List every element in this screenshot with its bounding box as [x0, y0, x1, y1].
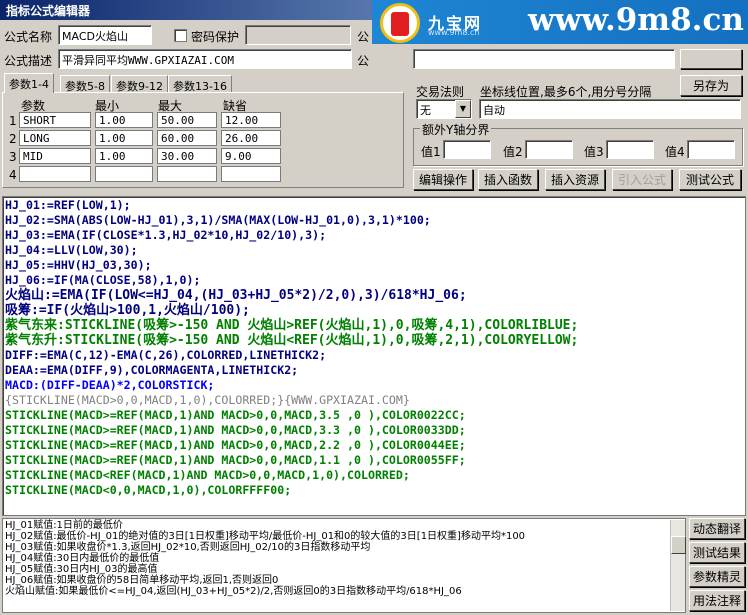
password-field[interactable]: [245, 25, 351, 45]
code-line: STICKLINE(MACD>=REF(MACD,1)AND MACD>0,0,…: [5, 423, 466, 437]
code-line: MACD:(DIFF-DEAA)*2,COLORSTICK;: [5, 378, 215, 392]
watermark-url: www.9m8.cn: [528, 2, 744, 38]
info-line: HJ_01赋值:1日前的最低价: [5, 520, 123, 531]
desc-field[interactable]: 平滑异同平均WWW.GPXIAZAI.COM: [58, 49, 352, 69]
param-name-cell[interactable]: MID: [19, 148, 91, 164]
scrollbar-thumb[interactable]: [671, 536, 686, 554]
param-name-cell[interactable]: LONG: [19, 130, 91, 146]
test-result-button[interactable]: 测试结果: [689, 542, 745, 563]
param-default-cell[interactable]: 12.00: [221, 112, 281, 128]
coord-label: 坐标线位置,最多6个,用分号分隔: [480, 85, 652, 99]
coord-field[interactable]: 自动: [479, 99, 741, 119]
param-name-cell[interactable]: [19, 166, 91, 182]
param-row-index: 4: [9, 168, 17, 182]
insert-function-button[interactable]: 插入函数: [478, 169, 538, 190]
info-scrollbar[interactable]: [670, 520, 686, 611]
tab-params-5-8[interactable]: 参数5-8: [60, 75, 110, 93]
code-line: 紫气东来:STICKLINE(吸筹>-150 AND 火焰山>REF(火焰山,1…: [5, 318, 579, 333]
params-panel: 参数 最小 最大 缺省 1 SHORT 1.00 50.00 12.00 2 L…: [2, 92, 404, 188]
code-line: HJ_04:=LLV(LOW,30);: [5, 243, 138, 257]
code-line: HJ_01:=REF(LOW,1);: [5, 198, 131, 212]
trade-rule-value: 无: [420, 104, 431, 117]
info-line: HJ_04赋值:30日内最低价的最低值: [5, 553, 160, 564]
code-line: HJ_06:=IF(MA(CLOSE,58),1,0);: [5, 273, 201, 287]
param-max-cell[interactable]: 60.00: [157, 130, 217, 146]
right-field[interactable]: [413, 49, 675, 69]
value-3-label: 值3: [584, 145, 604, 159]
right-label-1: 公: [357, 30, 370, 44]
code-line: DIFF:=EMA(C,12)-EMA(C,26),COLORRED,LINET…: [5, 348, 327, 362]
import-formula-button[interactable]: 引入公式: [612, 169, 672, 190]
code-line: 吸筹:=IF(火焰山>100,1,火焰山/100);: [5, 303, 250, 318]
param-wizard-button[interactable]: 参数精灵: [689, 566, 745, 587]
tab-params-1-4[interactable]: 参数1-4: [4, 73, 54, 93]
info-line: 火焰山赋值:如果最低价<=HJ_04,返回(HJ_03+HJ_05*2)/2,否…: [5, 586, 462, 597]
value-4-field[interactable]: [687, 140, 735, 159]
watermark-logo: [380, 3, 420, 43]
value-2-label: 值2: [503, 145, 523, 159]
info-line: HJ_05赋值:30日内HJ_03的最高值: [5, 564, 158, 575]
logo-mark-icon: [391, 12, 409, 36]
desc-label: 公式描述: [4, 54, 53, 68]
code-comment-line: {STICKLINE(MACD>0,0,MACD,1,0),COLORRED;}…: [5, 393, 410, 407]
info-line: HJ_03赋值:如果收盘价*1.3,返回HJ_02*10,否则返回HJ_02/1…: [5, 542, 371, 553]
usage-notes-button[interactable]: 用法注释: [689, 590, 745, 611]
param-min-cell[interactable]: [95, 166, 153, 182]
code-line: STICKLINE(MACD>=REF(MACD,1)AND MACD>0,0,…: [5, 453, 466, 467]
value-1-label: 值1: [421, 145, 441, 159]
param-name-cell[interactable]: SHORT: [19, 112, 91, 128]
tab-params-13-16[interactable]: 参数13-16: [168, 75, 232, 93]
name-label: 公式名称: [4, 30, 53, 44]
right-top-button[interactable]: [680, 49, 742, 69]
param-default-cell[interactable]: 26.00: [221, 130, 281, 146]
test-formula-button[interactable]: 测试公式: [679, 169, 741, 190]
param-min-cell[interactable]: 1.00: [95, 130, 153, 146]
watermark-sub: www.9m8.cn: [428, 28, 480, 37]
param-max-cell[interactable]: [157, 166, 217, 182]
info-line: HJ_06赋值:如果收盘价的58日简单移动平均,返回1,否则返回0: [5, 575, 279, 586]
param-max-cell[interactable]: 30.00: [157, 148, 217, 164]
tab-params-9-12[interactable]: 参数9-12: [111, 75, 168, 93]
dynamic-translate-button[interactable]: 动态翻译: [689, 518, 745, 539]
param-max-cell[interactable]: 50.00: [157, 112, 217, 128]
insert-resource-button[interactable]: 插入资源: [545, 169, 605, 190]
param-row-index: 3: [9, 150, 17, 164]
param-min-cell[interactable]: 1.00: [95, 148, 153, 164]
param-row-index: 1: [9, 114, 17, 128]
code-line: STICKLINE(MACD>=REF(MACD,1)AND MACD>0,0,…: [5, 438, 466, 452]
code-line: HJ_05:=HHV(HJ_03,30);: [5, 258, 152, 272]
param-row-index: 2: [9, 132, 17, 146]
code-line: STICKLINE(MACD>=REF(MACD,1)AND MACD>0,0,…: [5, 408, 466, 422]
param-default-cell[interactable]: [221, 166, 281, 182]
code-editor[interactable]: HJ_01:=REF(LOW,1); HJ_02:=SMA(ABS(LOW-HJ…: [2, 196, 746, 516]
translation-pane: HJ_01赋值:1日前的最低价 HJ_02赋值:最低价-HJ_01的绝对值的3日…: [2, 518, 686, 613]
code-line: STICKLINE(MACD<REF(MACD,1)AND MACD>0,0,M…: [5, 468, 410, 482]
info-line: HJ_02赋值:最低价-HJ_01的绝对值的3日[1日权重]移动平均/最低价-H…: [5, 531, 526, 542]
trade-rule-label: 交易法则: [416, 85, 465, 99]
y-axis-label: 额外Y轴分界: [420, 121, 492, 138]
code-line: DEAA:=EMA(DIFF,9),COLORMAGENTA,LINETHICK…: [5, 363, 299, 377]
code-line: HJ_02:=SMA(ABS(LOW-HJ_01),3,1)/SMA(MAX(L…: [5, 213, 431, 227]
password-label: 密码保护: [191, 30, 240, 44]
save-as-button[interactable]: 另存为: [680, 75, 742, 96]
code-line: 紫气东升:STICKLINE(吸筹>-150 AND 火焰山<REF(火焰山,1…: [5, 333, 579, 348]
param-min-cell[interactable]: 1.00: [95, 112, 153, 128]
chevron-down-icon[interactable]: ▼: [455, 100, 471, 118]
right-label-2: 公: [357, 54, 370, 68]
code-line: STICKLINE(MACD<0,0,MACD,1,0),COLORFFFF00…: [5, 483, 292, 497]
password-checkbox[interactable]: [174, 29, 187, 42]
param-default-cell[interactable]: 9.00: [221, 148, 281, 164]
value-4-label: 值4: [665, 145, 685, 159]
value-3-field[interactable]: [606, 140, 654, 159]
code-line: HJ_03:=EMA(IF(CLOSE*1.3,HJ_02*10,HJ_02/1…: [5, 228, 327, 242]
value-1-field[interactable]: [443, 140, 491, 159]
name-field[interactable]: MACD火焰山: [58, 25, 152, 45]
value-2-field[interactable]: [525, 140, 573, 159]
edit-operation-button[interactable]: 编辑操作: [413, 169, 473, 190]
code-line: 火焰山:=EMA(IF(LOW<=HJ_04,(HJ_03+HJ_05*2)/2…: [5, 288, 467, 303]
